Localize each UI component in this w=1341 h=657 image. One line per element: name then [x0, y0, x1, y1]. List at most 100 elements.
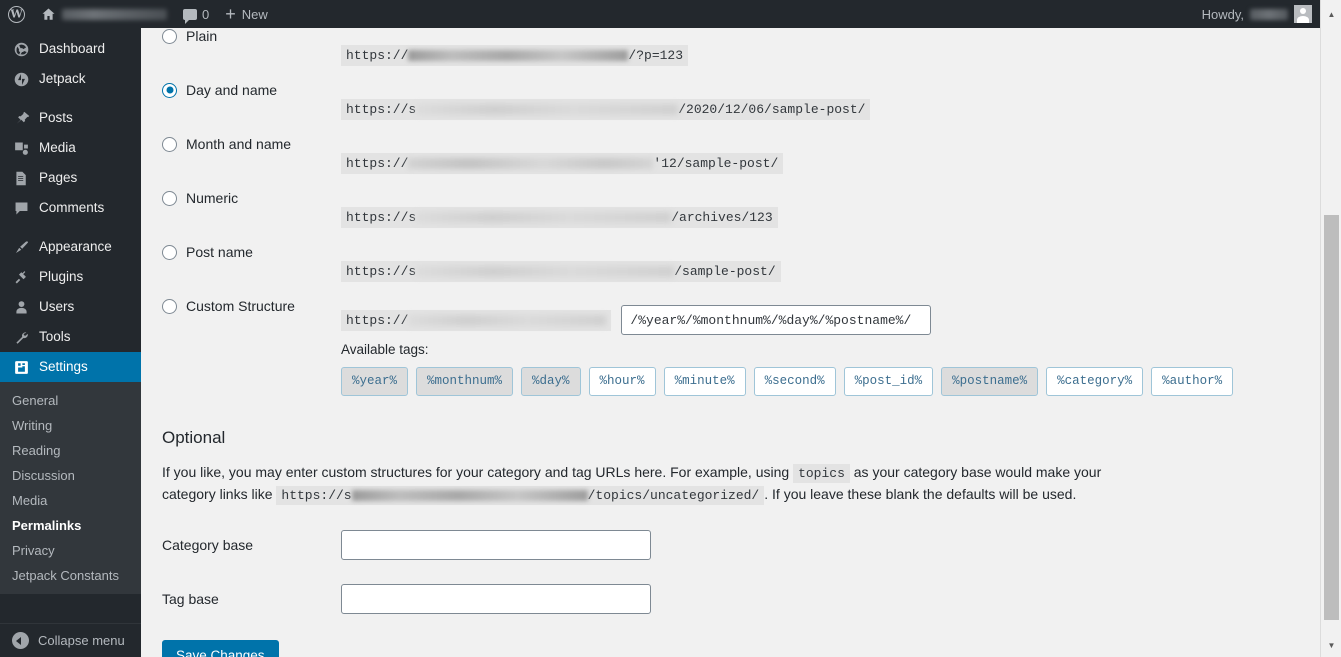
permalink-option-post-name[interactable]: Post name https://s/sample-post/ [141, 244, 1320, 298]
sidebar-item-label: Pages [39, 170, 78, 186]
sidebar-item-appearance[interactable]: Appearance [0, 232, 141, 262]
new-content-button[interactable]: + New [217, 0, 276, 28]
permalink-option-label: Plain [186, 28, 218, 44]
permalink-option-custom-structure-label-cell[interactable]: Custom Structure [141, 298, 341, 314]
sidebar-item-label: Jetpack [39, 71, 86, 87]
sidebar-item-settings[interactable]: Settings [0, 352, 141, 382]
scroll-up-arrow-icon[interactable]: ▲ [1321, 4, 1341, 24]
sidebar-item-plugins[interactable]: Plugins [0, 262, 141, 292]
radio-post-name[interactable] [162, 244, 177, 260]
sidebar-item-reading[interactable]: Reading [0, 438, 141, 463]
tag-button-hour[interactable]: %hour% [588, 367, 656, 396]
permalink-option-numeric[interactable]: Numeric https://s/archives/123 [141, 190, 1320, 244]
url-suffix: /2020/12/06/sample-post/ [678, 101, 866, 117]
sidebar-item-writing[interactable]: Writing [0, 413, 141, 438]
account-menu[interactable]: Howdy, [1194, 0, 1320, 28]
permalink-option-post-name-label-cell[interactable]: Post name [141, 244, 341, 260]
site-name-button[interactable] [33, 0, 175, 28]
category-base-row: Category base [141, 518, 1320, 572]
permalink-settings-content: Plain https:// /?p=123 Day and name https… [141, 28, 1320, 657]
available-tags-label: Available tags: [341, 342, 429, 357]
paintbrush-icon [12, 238, 30, 256]
custom-structure-input[interactable] [621, 305, 932, 335]
sidebar-item-pages[interactable]: Pages [0, 163, 141, 193]
permalink-option-month-and-name-label-cell[interactable]: Month and name [141, 136, 341, 152]
sidebar-item-label: Media [39, 140, 76, 156]
scrollbar-thumb[interactable] [1324, 215, 1339, 620]
permalink-option-label: Month and name [186, 136, 292, 152]
tag-button-category[interactable]: %category% [1046, 367, 1144, 396]
category-base-input[interactable] [341, 529, 651, 560]
sidebar-item-media-settings[interactable]: Media [0, 488, 141, 513]
dashboard-icon [12, 40, 30, 58]
pin-icon [12, 109, 30, 127]
sidebar-item-jetpack[interactable]: Jetpack [0, 64, 141, 94]
tag-button-author[interactable]: %author% [1151, 367, 1234, 396]
permalink-option-label: Custom Structure [186, 298, 295, 314]
permalink-option-day-and-name[interactable]: Day and name https://s/2020/12/06/sample… [141, 82, 1320, 136]
permalink-option-month-and-name[interactable]: Month and name https:// '12/sample-post/ [141, 136, 1320, 190]
url-preview: https:// [341, 309, 612, 331]
tag-base-input[interactable] [341, 583, 651, 614]
sidebar-item-jetpack-constants[interactable]: Jetpack Constants [0, 563, 141, 588]
url-prefix: https://s [346, 209, 417, 225]
scroll-down-arrow-icon[interactable]: ▼ [1321, 635, 1341, 655]
permalink-option-custom-structure[interactable]: Custom Structure https:// [141, 298, 1320, 342]
tag-button-post-id[interactable]: %post_id% [843, 367, 934, 396]
sidebar-item-label: Plugins [39, 269, 84, 285]
example-url-suffix: /topics/uncategorized/ [587, 487, 760, 503]
new-label: New [241, 6, 268, 22]
category-base-label-cell: Category base [141, 537, 341, 553]
collapse-arrow-icon [12, 632, 29, 649]
permalink-option-plain[interactable]: Plain https:// /?p=123 [141, 28, 1320, 82]
sidebar-item-label: Settings [39, 359, 88, 375]
sidebar-item-discussion[interactable]: Discussion [0, 463, 141, 488]
category-base-label: Category base [162, 536, 254, 553]
permalink-option-day-and-name-label-cell[interactable]: Day and name [141, 82, 341, 98]
permalink-option-numeric-url: https://s/archives/123 [341, 190, 778, 244]
url-preview: https://s/sample-post/ [341, 260, 781, 282]
sidebar-item-users[interactable]: Users [0, 292, 141, 322]
sidebar-item-privacy[interactable]: Privacy [0, 538, 141, 563]
permalink-option-plain-label-cell[interactable]: Plain [141, 28, 341, 44]
tag-base-label: Tag base [162, 590, 219, 607]
comments-button[interactable]: 0 [175, 0, 217, 28]
url-suffix: /archives/123 [671, 209, 773, 225]
sidebar-item-tools[interactable]: Tools [0, 322, 141, 352]
url-preview: https:// /?p=123 [341, 44, 689, 66]
url-suffix: '12/sample-post/ [653, 155, 779, 171]
save-changes-button[interactable]: Save Changes [162, 639, 279, 657]
plugins-icon [12, 268, 30, 286]
tag-button-minute[interactable]: %minute% [663, 367, 746, 396]
sidebar-item-permalinks[interactable]: Permalinks [0, 513, 141, 538]
tag-base-label-cell: Tag base [141, 591, 341, 607]
sidebar-item-dashboard[interactable]: Dashboard [0, 34, 141, 64]
sidebar-item-media[interactable]: Media [0, 133, 141, 163]
permalink-option-label: Numeric [186, 190, 239, 206]
sidebar-item-label: Comments [39, 200, 105, 216]
radio-month-and-name[interactable] [162, 136, 177, 152]
radio-day-and-name[interactable] [162, 82, 177, 98]
radio-plain[interactable] [162, 28, 177, 44]
radio-custom-structure[interactable] [162, 298, 177, 314]
sidebar-item-posts[interactable]: Posts [0, 103, 141, 133]
sidebar-item-comments[interactable]: Comments [0, 193, 141, 223]
tag-button-day[interactable]: %day% [521, 367, 581, 396]
tag-button-postname[interactable]: %postname% [941, 367, 1039, 396]
url-preview: https://s/archives/123 [341, 206, 778, 228]
wp-logo-button[interactable] [0, 0, 33, 28]
collapse-menu-button[interactable]: Collapse menu [0, 623, 141, 657]
tag-button-monthnum[interactable]: %monthnum% [416, 367, 514, 396]
tag-button-year[interactable]: %year% [341, 367, 409, 396]
url-prefix: https://s [346, 263, 417, 279]
page-scrollbar[interactable]: ▲ ▼ [1320, 0, 1341, 657]
permalink-option-numeric-label-cell[interactable]: Numeric [141, 190, 341, 206]
admin-bar: 0 + New Howdy, [0, 0, 1341, 28]
sidebar-item-general[interactable]: General [0, 388, 141, 413]
optional-description: If you like, you may enter custom struct… [162, 462, 1152, 506]
radio-numeric[interactable] [162, 190, 177, 206]
avatar [1294, 5, 1312, 23]
tag-button-second[interactable]: %second% [753, 367, 836, 396]
permalink-option-day-and-name-url: https://s/2020/12/06/sample-post/ [341, 82, 871, 136]
url-domain-redacted [416, 265, 675, 277]
